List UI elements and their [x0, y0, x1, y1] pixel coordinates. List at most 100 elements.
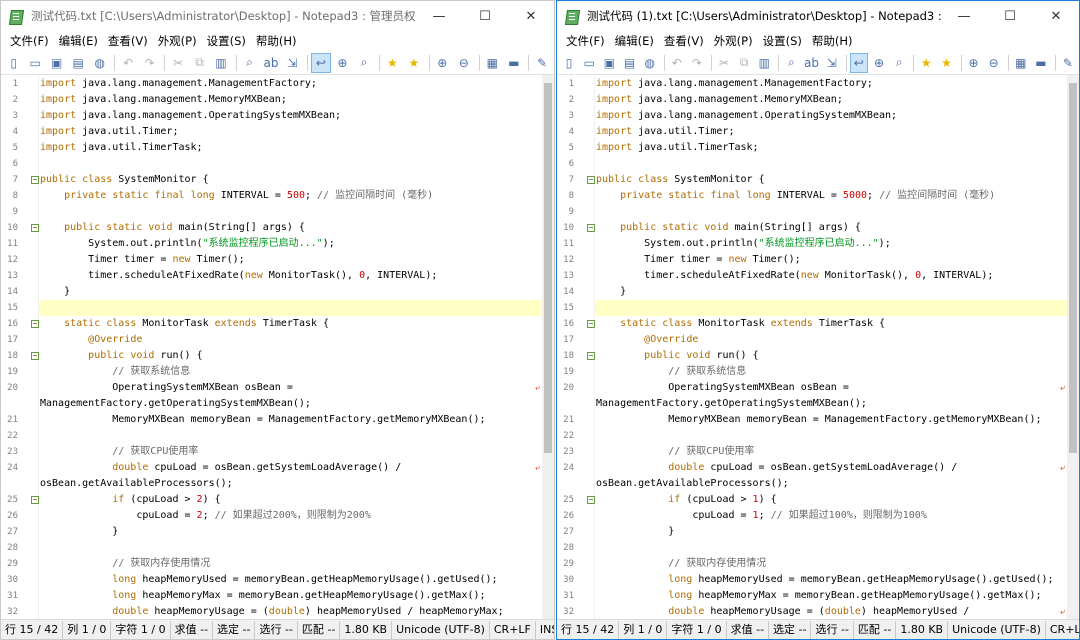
code-line[interactable]: public class SystemMonitor {: [595, 172, 1067, 188]
code-line[interactable]: private static final long INTERVAL = 500…: [595, 188, 1067, 204]
save-as-icon[interactable]: ▤: [620, 53, 638, 73]
close-button[interactable]: ✕: [508, 1, 554, 31]
code-line[interactable]: [39, 204, 542, 220]
code-line[interactable]: }: [39, 284, 542, 300]
code-line[interactable]: double heapMemoryUsage = (double) heapMe…: [595, 604, 1067, 619]
zoom-icon[interactable]: ⊕: [870, 53, 888, 73]
redo-icon[interactable]: ↷: [140, 53, 159, 73]
code-line[interactable]: import java.lang.management.OperatingSys…: [595, 108, 1067, 124]
word-wrap-icon[interactable]: ↩: [849, 52, 868, 73]
code-line[interactable]: @Override: [595, 332, 1067, 348]
code-area[interactable]: import java.lang.management.ManagementFa…: [39, 75, 542, 619]
menu-file[interactable]: 文件(F): [561, 33, 610, 49]
code-line[interactable]: public static void main(String[] args) {: [595, 220, 1067, 236]
browse-icon[interactable]: ◍: [641, 53, 659, 73]
cut-icon[interactable]: ✂: [168, 53, 187, 73]
menu-settings[interactable]: 设置(S): [202, 33, 251, 49]
screenshot-icon[interactable]: ▬: [1032, 53, 1050, 73]
code-line[interactable]: cpuLoad = 1; // 如果超过100%，则限制为100%: [595, 508, 1067, 524]
zoom-out-icon[interactable]: ⊖: [985, 53, 1003, 73]
code-line[interactable]: import java.util.TimerTask;: [595, 140, 1067, 156]
code-line[interactable]: ManagementFactory.getOperatingSystemMXBe…: [595, 396, 1067, 412]
code-line[interactable]: import java.lang.management.MemoryMXBean…: [39, 92, 542, 108]
code-line[interactable]: import java.lang.management.ManagementFa…: [595, 76, 1067, 92]
code-line[interactable]: double cpuLoad = osBean.getSystemLoadAve…: [39, 460, 542, 476]
menu-appearance[interactable]: 外观(P): [153, 33, 202, 49]
pin-icon[interactable]: ✎: [532, 53, 551, 73]
screenshot-icon[interactable]: ▬: [504, 53, 523, 73]
copy-icon[interactable]: ⧉: [735, 53, 753, 73]
fold-toggle-icon[interactable]: [31, 224, 39, 232]
code-line[interactable]: [595, 156, 1067, 172]
fold-toggle-icon[interactable]: [31, 320, 39, 328]
replace-icon[interactable]: ab: [261, 53, 280, 73]
print-icon[interactable]: ▦: [1012, 53, 1030, 73]
favorite-icon[interactable]: ★: [383, 53, 402, 73]
code-line[interactable]: timer.scheduleAtFixedRate(new MonitorTas…: [39, 268, 542, 284]
code-line[interactable]: // 获取系统信息: [595, 364, 1067, 380]
code-line[interactable]: [595, 204, 1067, 220]
code-line[interactable]: OperatingSystemMXBean osBean = ⤶: [39, 380, 542, 396]
code-line[interactable]: long heapMemoryUsed = memoryBean.getHeap…: [595, 572, 1067, 588]
code-line[interactable]: Timer timer = new Timer();: [39, 252, 542, 268]
menu-help[interactable]: 帮助(H): [807, 33, 858, 49]
code-editor[interactable]: 1 2 3 4 5 6 7 8 9 10 11 12 13 14 15 16 17 18 19 20 21 22 23 24 2…: [1, 75, 554, 619]
code-line[interactable]: import java.util.TimerTask;: [39, 140, 542, 156]
code-line[interactable]: // 获取CPU使用率: [39, 444, 542, 460]
code-line[interactable]: long heapMemoryMax = memoryBean.getHeapM…: [595, 588, 1067, 604]
code-line[interactable]: public void run() {: [595, 348, 1067, 364]
code-line[interactable]: double heapMemoryUsage = (double) heapMe…: [39, 604, 542, 619]
scrollbar-thumb[interactable]: [544, 83, 552, 453]
code-line[interactable]: [39, 540, 542, 556]
zoom-in-icon[interactable]: ⊕: [433, 53, 452, 73]
code-line[interactable]: import java.util.Timer;: [39, 124, 542, 140]
code-line[interactable]: [595, 428, 1067, 444]
code-line[interactable]: import java.util.Timer;: [595, 124, 1067, 140]
save-icon[interactable]: ▣: [600, 53, 618, 73]
code-line[interactable]: System.out.println("系统监控程序已启动...");: [39, 236, 542, 252]
replace-icon[interactable]: ab: [802, 53, 820, 73]
paste-icon[interactable]: ▥: [211, 53, 230, 73]
fold-toggle-icon[interactable]: [31, 176, 39, 184]
code-line[interactable]: }: [595, 524, 1067, 540]
code-line[interactable]: long heapMemoryUsed = memoryBean.getHeap…: [39, 572, 542, 588]
search-icon[interactable]: ⌕: [890, 53, 908, 73]
new-file-icon[interactable]: ▯: [4, 53, 23, 73]
code-line[interactable]: System.out.println("系统监控程序已启动...");: [595, 236, 1067, 252]
code-line[interactable]: @Override: [39, 332, 542, 348]
code-line[interactable]: [39, 156, 542, 172]
code-line[interactable]: cpuLoad = 2; // 如果超过200%，则限制为200%: [39, 508, 542, 524]
code-line[interactable]: Timer timer = new Timer();: [595, 252, 1067, 268]
code-line[interactable]: // 获取CPU使用率: [595, 444, 1067, 460]
close-button[interactable]: ✕: [1033, 1, 1079, 31]
new-file-icon[interactable]: ▯: [560, 53, 578, 73]
maximize-button[interactable]: ☐: [987, 1, 1033, 31]
zoom-icon[interactable]: ⊕: [333, 53, 352, 73]
word-wrap-icon[interactable]: ↩: [311, 52, 331, 73]
menu-edit[interactable]: 编辑(E): [610, 33, 659, 49]
code-line[interactable]: }: [39, 524, 542, 540]
code-line[interactable]: private static final long INTERVAL = 500…: [39, 188, 542, 204]
fold-toggle-icon[interactable]: [587, 224, 595, 232]
code-line[interactable]: static class MonitorTask extends TimerTa…: [39, 316, 542, 332]
code-line[interactable]: [39, 300, 542, 316]
fold-toggle-icon[interactable]: [31, 496, 39, 504]
zoom-out-icon[interactable]: ⊖: [454, 53, 473, 73]
code-line[interactable]: import java.lang.management.MemoryMXBean…: [595, 92, 1067, 108]
code-line[interactable]: [39, 428, 542, 444]
redo-icon[interactable]: ↷: [688, 53, 706, 73]
search-icon[interactable]: ⌕: [354, 53, 373, 73]
browse-icon[interactable]: ◍: [90, 53, 109, 73]
goto-icon[interactable]: ⇲: [823, 53, 841, 73]
code-line[interactable]: import java.lang.management.ManagementFa…: [39, 76, 542, 92]
code-line[interactable]: // 获取系统信息: [39, 364, 542, 380]
status-field[interactable]: Unicode (UTF-8): [948, 620, 1046, 639]
undo-icon[interactable]: ↶: [668, 53, 686, 73]
menu-view[interactable]: 查看(V): [659, 33, 709, 49]
goto-icon[interactable]: ⇲: [283, 53, 302, 73]
menu-file[interactable]: 文件(F): [5, 33, 54, 49]
open-folder-icon[interactable]: ▭: [580, 53, 598, 73]
minimize-button[interactable]: —: [416, 1, 462, 31]
code-editor[interactable]: 1 2 3 4 5 6 7 8 9 10 11 12 13 14 15 16 17 18 19 20 21 22 23 24 2…: [557, 75, 1079, 619]
scrollbar-thumb[interactable]: [1069, 83, 1077, 453]
